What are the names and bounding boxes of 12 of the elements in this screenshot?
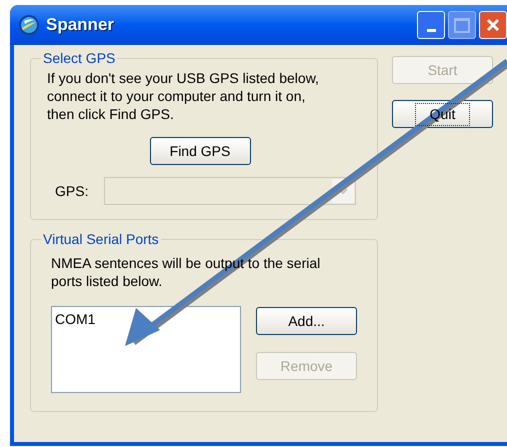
close-button[interactable]	[479, 11, 507, 39]
group-title: Virtual Serial Ports	[42, 230, 160, 249]
find-gps-button[interactable]: Find GPS	[150, 137, 250, 165]
add-button[interactable]: Add...	[256, 307, 357, 335]
instructions-text: If you don't see your USB GPS listed below, connect it to your computer and turn it on, then click Find GPS.	[47, 69, 320, 123]
group-title: Select GPS	[42, 49, 116, 68]
gps-label: GPS:	[55, 182, 88, 200]
close-icon	[485, 17, 501, 33]
window-title: Spanner	[46, 14, 114, 36]
app-logo-icon	[18, 14, 40, 36]
port-list-item[interactable]: COM1	[55, 311, 240, 327]
minimize-button[interactable]	[417, 11, 445, 39]
